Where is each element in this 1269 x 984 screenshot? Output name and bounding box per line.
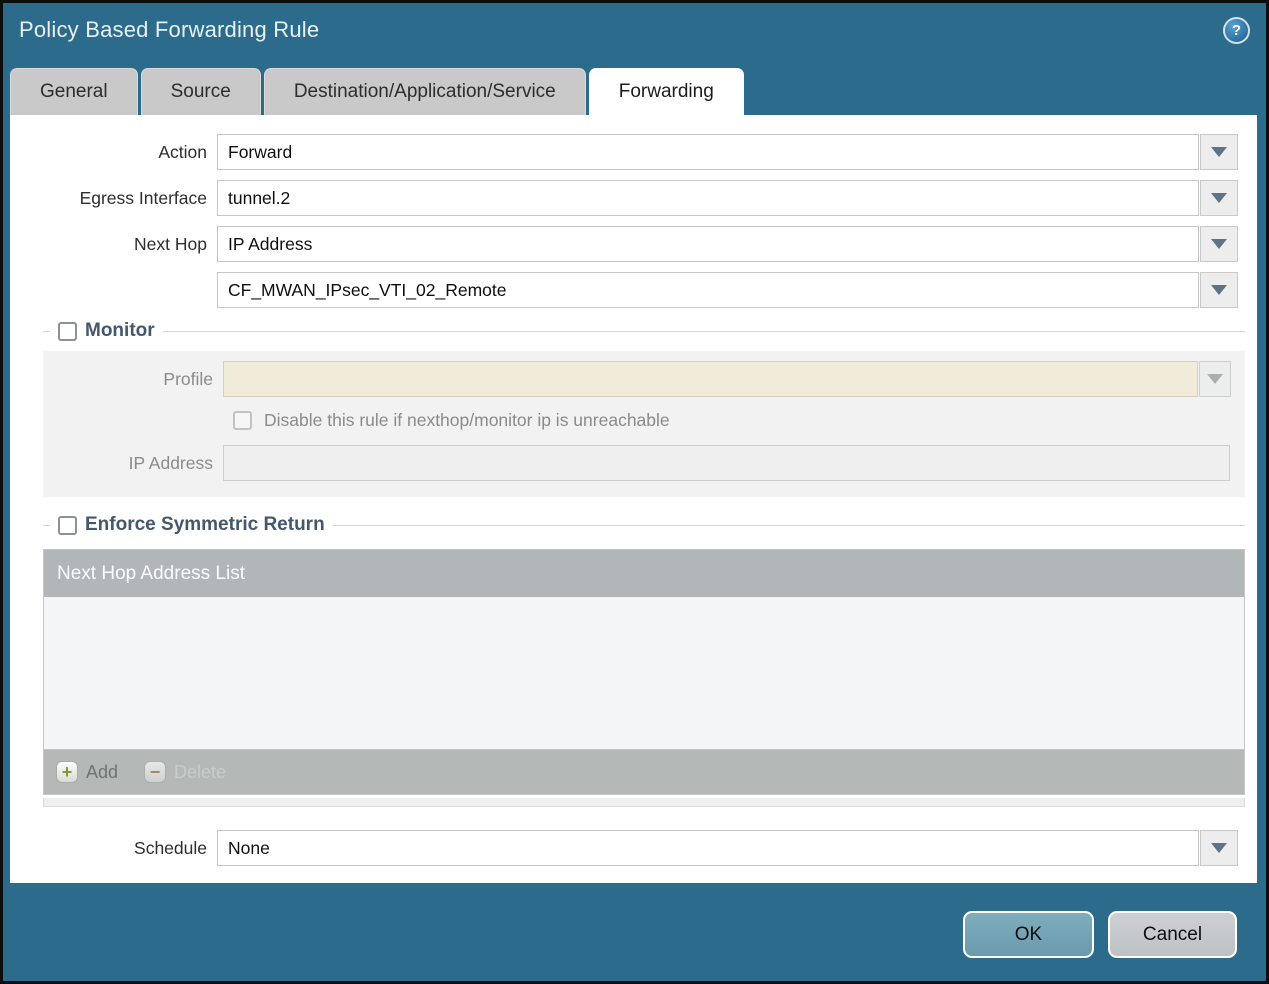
schedule-row: Schedule None bbox=[10, 830, 1257, 866]
egress-interface-label: Egress Interface bbox=[79, 187, 207, 208]
chevron-down-icon bbox=[1211, 193, 1227, 203]
symmetric-return-section: Enforce Symmetric Return Next Hop Addres… bbox=[43, 514, 1245, 807]
next-hop-address-list-table: Next Hop Address List + Add − Delete bbox=[43, 549, 1245, 795]
profile-label: Profile bbox=[163, 368, 213, 389]
egress-interface-select[interactable]: tunnel.2 bbox=[217, 180, 1199, 216]
divider bbox=[162, 330, 1245, 332]
next-hop-type-select[interactable]: IP Address bbox=[217, 226, 1199, 262]
tab-forwarding[interactable]: Forwarding bbox=[588, 68, 744, 115]
enforce-symmetric-return-checkbox[interactable] bbox=[58, 515, 77, 535]
disable-rule-label: Disable this rule if nexthop/monitor ip … bbox=[264, 410, 670, 430]
add-button[interactable]: + Add bbox=[56, 761, 118, 783]
title-bar: Policy Based Forwarding Rule ? bbox=[3, 3, 1266, 67]
divider bbox=[43, 524, 50, 526]
next-hop-address-row: CF_MWAN_IPsec_VTI_02_Remote bbox=[10, 272, 1257, 308]
tab-source[interactable]: Source bbox=[140, 68, 261, 115]
chevron-down-icon bbox=[1211, 239, 1227, 249]
next-hop-label: Next Hop bbox=[134, 233, 207, 254]
ok-button[interactable]: OK bbox=[963, 911, 1094, 958]
plus-icon: + bbox=[56, 761, 78, 783]
chevron-down-icon bbox=[1211, 285, 1227, 295]
divider bbox=[43, 330, 50, 332]
monitor-ip-input-disabled bbox=[223, 445, 1230, 481]
symmetric-return-legend: Enforce Symmetric Return bbox=[85, 514, 325, 535]
tab-bar: General Source Destination/Application/S… bbox=[3, 67, 1266, 115]
action-select[interactable]: Forward bbox=[217, 134, 1199, 170]
delete-button-label: Delete bbox=[174, 761, 227, 782]
monitor-panel: Profile Disable this rule if nexthop/mon… bbox=[43, 351, 1245, 497]
schedule-select[interactable]: None bbox=[217, 830, 1199, 866]
chevron-down-icon bbox=[1207, 374, 1223, 384]
dialog-footer: OK Cancel bbox=[3, 883, 1266, 981]
next-hop-address-list-header: Next Hop Address List bbox=[44, 550, 1244, 597]
profile-dropdown-button-disabled bbox=[1199, 361, 1231, 397]
egress-interface-dropdown-button[interactable] bbox=[1200, 180, 1238, 216]
monitor-ip-row: IP Address bbox=[43, 445, 1245, 481]
tab-general[interactable]: General bbox=[10, 68, 138, 115]
chevron-down-icon bbox=[1211, 843, 1227, 853]
pbf-rule-dialog: Policy Based Forwarding Rule ? General S… bbox=[0, 0, 1269, 984]
disable-rule-checkbox bbox=[233, 411, 252, 430]
divider bbox=[332, 524, 1245, 526]
next-hop-address-list-body[interactable] bbox=[44, 597, 1244, 749]
next-hop-row: Next Hop IP Address bbox=[10, 226, 1257, 262]
tab-content-forwarding: Action Forward Egress Interface tunnel.2… bbox=[10, 115, 1257, 883]
action-label: Action bbox=[158, 141, 207, 162]
disable-rule-row: Disable this rule if nexthop/monitor ip … bbox=[43, 410, 1245, 431]
next-hop-address-select[interactable]: CF_MWAN_IPsec_VTI_02_Remote bbox=[217, 272, 1199, 308]
schedule-label: Schedule bbox=[134, 837, 207, 858]
minus-icon: − bbox=[144, 761, 167, 783]
dialog-title: Policy Based Forwarding Rule bbox=[19, 17, 320, 42]
next-hop-address-list-toolbar: + Add − Delete bbox=[44, 749, 1244, 794]
profile-select-disabled bbox=[223, 361, 1198, 397]
monitor-ip-label: IP Address bbox=[128, 452, 213, 473]
next-hop-address-dropdown-button[interactable] bbox=[1200, 272, 1238, 308]
help-icon[interactable]: ? bbox=[1223, 17, 1250, 44]
tab-destination-application-service[interactable]: Destination/Application/Service bbox=[263, 68, 586, 115]
next-hop-dropdown-button[interactable] bbox=[1200, 226, 1238, 262]
profile-row: Profile bbox=[43, 361, 1245, 397]
action-row: Action Forward bbox=[10, 134, 1257, 170]
schedule-dropdown-button[interactable] bbox=[1200, 830, 1238, 866]
table-pager-strip bbox=[43, 798, 1245, 807]
monitor-legend: Monitor bbox=[85, 320, 155, 341]
monitor-section: Monitor Profile Disable this rule if nex… bbox=[43, 320, 1245, 497]
cancel-button[interactable]: Cancel bbox=[1108, 911, 1237, 958]
symmetric-return-legend-row: Enforce Symmetric Return bbox=[43, 514, 1245, 536]
action-dropdown-button[interactable] bbox=[1200, 134, 1238, 170]
egress-interface-row: Egress Interface tunnel.2 bbox=[10, 180, 1257, 216]
delete-button: − Delete bbox=[144, 761, 226, 783]
chevron-down-icon bbox=[1211, 147, 1227, 157]
monitor-checkbox[interactable] bbox=[58, 321, 77, 341]
monitor-legend-row: Monitor bbox=[43, 320, 1245, 342]
add-button-label: Add bbox=[86, 761, 119, 782]
